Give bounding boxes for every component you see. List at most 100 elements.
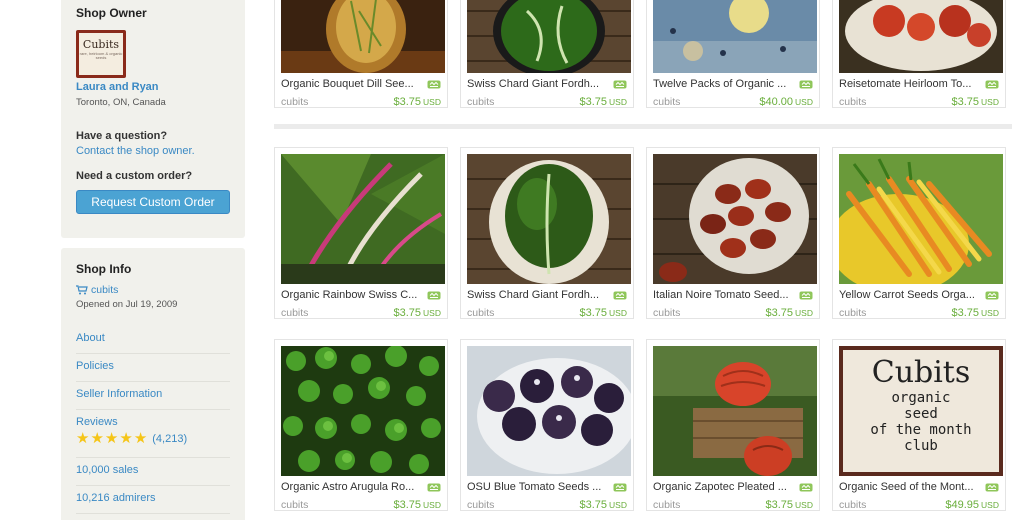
opened-date: Opened on Jul 19, 2009 [76, 299, 178, 310]
listing-thumbnail[interactable] [653, 154, 817, 284]
seed-club-graphic: Cubits organic seed of the month club [843, 350, 999, 472]
listing-thumbnail[interactable] [281, 154, 445, 284]
basket-icon [613, 291, 627, 300]
listing-shop[interactable]: cubits [839, 96, 866, 108]
listing-title[interactable]: Organic Rainbow Swiss C... [281, 289, 427, 301]
owner-location: Toronto, ON, Canada [76, 97, 166, 108]
listing-currency: USD [423, 97, 441, 107]
club-line-1: organic [891, 390, 951, 406]
star-icon: ★ [104, 430, 119, 447]
listing-title[interactable]: Organic Bouquet Dill See... [281, 78, 427, 90]
about-link[interactable]: About [76, 326, 230, 354]
listing-shop[interactable]: cubits [839, 499, 866, 511]
reviews-section[interactable]: Reviews ★ ★ ★ ★ ★ (4,213) [76, 410, 230, 458]
club-line-3: of the month [870, 422, 972, 438]
listing-card[interactable]: Swiss Chard Giant Fordh... cubits $3.75 U… [460, 0, 634, 108]
listing-thumbnail[interactable] [281, 0, 445, 73]
listing-card[interactable]: Yellow Carrot Seeds Orga... cubits $3.75… [832, 147, 1006, 319]
listing-shop[interactable]: cubits [467, 307, 494, 319]
shop-name: cubits [91, 284, 119, 296]
blue-tomato-image [467, 346, 631, 476]
listing-title[interactable]: Italian Noire Tomato Seed... [653, 289, 799, 301]
star-icon: ★ [90, 430, 104, 447]
listing-thumbnail[interactable] [839, 154, 1003, 284]
shop-logo[interactable]: Cubits rare, heirloom & organic seeds [76, 30, 126, 78]
listing-price: $40.00 [759, 96, 794, 108]
listing-title[interactable]: Yellow Carrot Seeds Orga... [839, 289, 985, 301]
listing-shop[interactable]: cubits [281, 499, 308, 511]
policies-link[interactable]: Policies [76, 354, 230, 382]
seller-information-link[interactable]: Seller Information [76, 382, 230, 410]
yellow-carrot-image [839, 154, 1003, 284]
listing-title[interactable]: Swiss Chard Giant Fordh... [467, 289, 613, 301]
listing-card[interactable]: Organic Zapotec Pleated ... cubits $3.75… [646, 339, 820, 511]
reviews-link[interactable]: Reviews [76, 416, 230, 428]
listing-thumbnail[interactable] [653, 346, 817, 476]
listing-card[interactable]: Cubits organic seed of the month club Or… [832, 339, 1006, 511]
listing-shop[interactable]: cubits [467, 499, 494, 511]
arugula-microgreens-image [281, 346, 445, 476]
listing-shop[interactable]: cubits [467, 96, 494, 108]
listing-currency: USD [795, 500, 813, 510]
logo-subtext: rare, heirloom & organic seeds [79, 51, 123, 60]
basket-icon [427, 291, 441, 300]
basket-icon [613, 80, 627, 89]
contact-owner-link[interactable]: Contact the shop owner. [76, 145, 195, 157]
star-icon: ★ [133, 430, 148, 447]
custom-order-label: Need a custom order? [76, 170, 193, 182]
review-count-link[interactable]: (4,213) [152, 433, 187, 445]
listing-price: $3.75 [951, 307, 980, 319]
listing-title[interactable]: Reisetomate Heirloom To... [839, 78, 985, 90]
listing-card[interactable]: Organic Bouquet Dill See... cubits $3.75… [274, 0, 448, 108]
listing-thumbnail[interactable] [281, 346, 445, 476]
listing-title[interactable]: Organic Seed of the Mont... [839, 481, 985, 493]
shop-owner-panel: Shop Owner Cubits rare, heirloom & organ… [61, 0, 245, 238]
listing-shop[interactable]: cubits [653, 499, 680, 511]
listing-shop[interactable]: cubits [281, 307, 308, 319]
sales-link[interactable]: 10,000 sales [76, 458, 230, 486]
listing-shop[interactable]: cubits [653, 307, 680, 319]
seed-packs-image [653, 0, 817, 73]
listing-card[interactable]: OSU Blue Tomato Seeds ... cubits $3.75 US… [460, 339, 634, 511]
listing-currency: USD [423, 308, 441, 318]
owner-name-link[interactable]: Laura and Ryan [76, 81, 159, 93]
listing-card[interactable]: Swiss Chard Giant Fordh... cubits $3.75 U… [460, 147, 634, 319]
chard-plate-image [467, 154, 631, 284]
listing-currency: USD [981, 500, 999, 510]
listing-title[interactable]: Swiss Chard Giant Fordh... [467, 78, 613, 90]
listing-thumbnail[interactable] [839, 0, 1003, 73]
listing-thumbnail[interactable]: Cubits organic seed of the month club [839, 346, 1003, 476]
listing-title[interactable]: Organic Zapotec Pleated ... [653, 481, 799, 493]
listing-card[interactable]: Organic Astro Arugula Ro... cubits $3.75… [274, 339, 448, 511]
listing-currency: USD [795, 308, 813, 318]
basket-icon [985, 291, 999, 300]
basket-icon [799, 291, 813, 300]
admirers-link[interactable]: 10,216 admirers [76, 486, 230, 514]
listing-price: $3.75 [765, 307, 794, 319]
shop-name-link[interactable]: cubits [76, 284, 230, 296]
listing-shop[interactable]: cubits [281, 96, 308, 108]
listing-card[interactable]: Twelve Packs of Organic ... cubits $40.0… [646, 0, 820, 108]
listing-card[interactable]: Italian Noire Tomato Seed... cubits $3.7… [646, 147, 820, 319]
listing-card[interactable]: Organic Rainbow Swiss C... cubits $3.75 U… [274, 147, 448, 319]
dill-jar-image [281, 0, 445, 73]
listing-thumbnail[interactable] [467, 346, 631, 476]
listing-price: $49.95 [945, 499, 980, 511]
listing-title[interactable]: Twelve Packs of Organic ... [653, 78, 799, 90]
listing-thumbnail[interactable] [467, 0, 631, 73]
listing-currency: USD [609, 500, 627, 510]
listing-thumbnail[interactable] [653, 0, 817, 73]
listing-thumbnail[interactable] [467, 154, 631, 284]
listing-price: $3.75 [951, 96, 980, 108]
basket-icon [985, 80, 999, 89]
listing-price: $3.75 [579, 499, 608, 511]
chard-plate-image [467, 0, 631, 73]
listing-card[interactable]: Reisetomate Heirloom To... cubits $3.75 U… [832, 0, 1006, 108]
listing-title[interactable]: OSU Blue Tomato Seeds ... [467, 481, 613, 493]
listing-title[interactable]: Organic Astro Arugula Ro... [281, 481, 427, 493]
basket-icon [613, 483, 627, 492]
listing-shop[interactable]: cubits [653, 96, 680, 108]
listing-shop[interactable]: cubits [839, 307, 866, 319]
shop-info-links: About Policies Seller Information Review… [76, 326, 230, 514]
request-custom-order-button[interactable]: Request Custom Order [76, 190, 230, 214]
